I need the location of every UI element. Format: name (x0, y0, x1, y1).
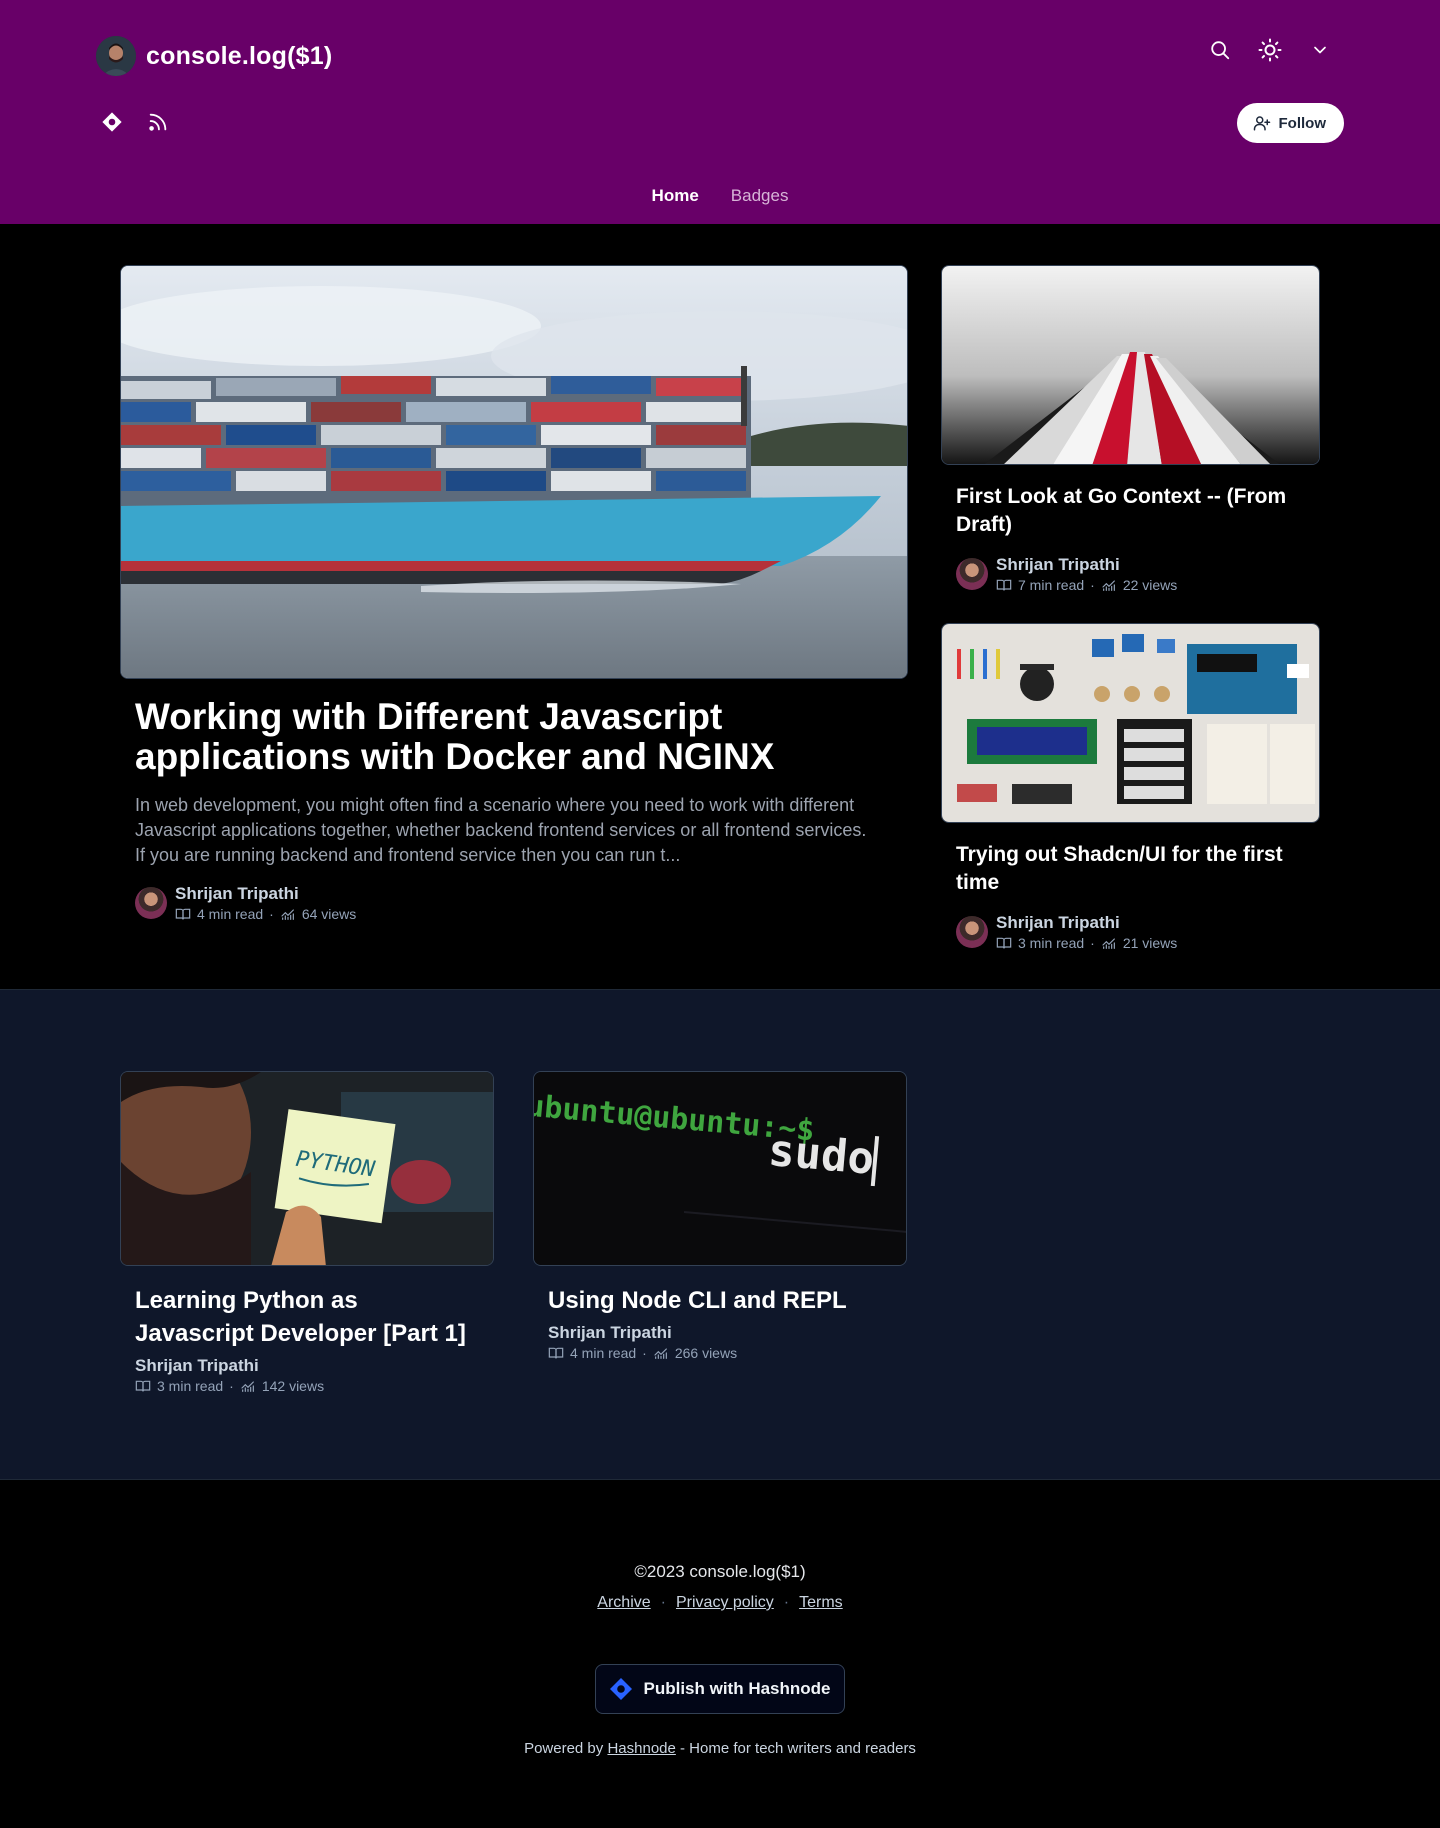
view-count: 142 views (261, 1378, 325, 1394)
post-title[interactable]: Learning Python as Javascript Developer … (135, 1284, 479, 1350)
social-links (100, 110, 170, 134)
meta-dot: · (1090, 577, 1095, 593)
author-row: Shrijan Tripathi 3 min read · 21 views (956, 913, 1320, 951)
avatar[interactable] (135, 887, 167, 919)
view-count: 21 views (1122, 935, 1178, 951)
powered-by: Powered by Hashnode - Home for tech writ… (0, 1740, 1440, 1757)
footer-links: Archive · Privacy policy · Terms (0, 1594, 1440, 1612)
header-actions (1208, 38, 1332, 62)
post-card[interactable]: PYTHON Learning Python as Javascript Dev… (120, 1071, 494, 1394)
author-row: Shrijan Tripathi 7 min read · 22 views (956, 555, 1320, 593)
book-open-icon (135, 1380, 151, 1392)
rss-icon[interactable] (146, 110, 170, 134)
post-meta: 3 min read · 21 views (996, 935, 1177, 951)
link-separator: · (660, 1594, 666, 1611)
terminal-image[interactable]: ubuntu@ubuntu:~$ sudo (533, 1071, 907, 1266)
view-count: 64 views (301, 906, 357, 922)
publish-label: Publish with Hashnode (643, 1679, 831, 1698)
blog-nav: Home Badges (0, 186, 1440, 206)
featured-section: Working with Different Javascript applic… (0, 224, 1440, 990)
publish-with-hashnode-button[interactable]: Publish with Hashnode (595, 1664, 845, 1714)
cargo-ship-image[interactable] (120, 265, 908, 679)
copyright: ©2023 console.log($1) (634, 1562, 806, 1581)
read-time: 4 min read (197, 906, 264, 922)
featured-side-post[interactable]: Trying out Shadcn/UI for the first time … (941, 623, 1320, 951)
post-meta: 4 min read · 64 views (175, 906, 356, 922)
hashnode-logo-icon (610, 1678, 633, 1700)
blog-header: console.log($1) Follow Home Badges (0, 0, 1440, 224)
sun-icon[interactable] (1258, 38, 1282, 62)
hashnode-icon[interactable] (100, 110, 124, 134)
featured-main-title[interactable]: Working with Different Javascript applic… (135, 697, 875, 777)
post-title[interactable]: Using Node CLI and REPL (548, 1284, 892, 1317)
follow-button[interactable]: Follow (1236, 103, 1344, 143)
book-open-icon (996, 937, 1012, 949)
author-name[interactable]: Shrijan Tripathi (548, 1323, 907, 1343)
author-name[interactable]: Shrijan Tripathi (996, 913, 1177, 933)
privacy-policy-link[interactable]: Privacy policy (676, 1594, 774, 1612)
side-post-title[interactable]: Trying out Shadcn/UI for the first time (956, 841, 1305, 897)
post-card[interactable]: ubuntu@ubuntu:~$ sudo Using Node CLI and… (533, 1071, 907, 1361)
book-open-icon (996, 579, 1012, 591)
author-row: Shrijan Tripathi 4 min read · 64 views (135, 884, 908, 922)
featured-main-post[interactable]: Working with Different Javascript applic… (120, 265, 908, 922)
read-time: 7 min read (1018, 577, 1085, 593)
user-plus-icon (1253, 116, 1270, 131)
author-name[interactable]: Shrijan Tripathi (135, 1356, 494, 1376)
author-name[interactable]: Shrijan Tripathi (996, 555, 1177, 575)
follow-label: Follow (1278, 114, 1327, 132)
terms-link[interactable]: Terms (799, 1594, 843, 1612)
post-meta: 4 min read · 266 views (548, 1345, 907, 1361)
view-count: 22 views (1122, 577, 1178, 593)
terminal-command: sudo (766, 1125, 876, 1185)
chevron-down-icon[interactable] (1308, 38, 1332, 62)
side-post-title[interactable]: First Look at Go Context -- (From Draft) (956, 483, 1305, 539)
avatar[interactable] (956, 916, 988, 948)
book-open-icon (175, 908, 191, 920)
meta-dot: · (229, 1378, 234, 1394)
featured-side-post[interactable]: First Look at Go Context -- (From Draft)… (941, 265, 1320, 593)
author-name[interactable]: Shrijan Tripathi (175, 884, 356, 904)
electronics-image[interactable] (941, 623, 1320, 823)
book-image[interactable] (941, 265, 1320, 465)
search-icon[interactable] (1208, 38, 1232, 62)
tab-home[interactable]: Home (652, 186, 699, 206)
link-separator: · (783, 1594, 790, 1611)
post-meta: 3 min read · 142 views (135, 1378, 494, 1394)
powered-prefix: Powered by (524, 1740, 604, 1757)
post-meta: 7 min read · 22 views (996, 577, 1177, 593)
post-grid-section: PYTHON Learning Python as Javascript Dev… (0, 990, 1440, 1480)
blog-title[interactable]: console.log($1) (146, 42, 332, 71)
blog-footer: ©2023 console.log($1) Archive · Privacy … (0, 1480, 1440, 1827)
blog-avatar (96, 36, 136, 76)
view-count: 266 views (674, 1345, 738, 1361)
hashnode-link[interactable]: Hashnode (607, 1740, 675, 1757)
avatar[interactable] (956, 558, 988, 590)
read-time: 3 min read (157, 1378, 224, 1394)
tab-badges[interactable]: Badges (731, 186, 789, 206)
chart-icon (241, 1381, 254, 1392)
meta-dot: · (1090, 935, 1095, 951)
book-open-icon (548, 1347, 564, 1359)
python-note-image[interactable]: PYTHON (120, 1071, 494, 1266)
blog-brand[interactable]: console.log($1) (96, 36, 332, 76)
powered-suffix: - Home for tech writers and readers (680, 1740, 916, 1757)
read-time: 3 min read (1018, 935, 1085, 951)
meta-dot: · (642, 1345, 647, 1361)
chart-icon (281, 909, 294, 920)
archive-link[interactable]: Archive (597, 1594, 650, 1612)
chart-icon (1102, 938, 1115, 949)
featured-main-excerpt: In web development, you might often find… (135, 795, 867, 865)
read-time: 4 min read (570, 1345, 637, 1361)
chart-icon (1102, 580, 1115, 591)
meta-dot: · (269, 906, 274, 922)
chart-icon (654, 1348, 667, 1359)
